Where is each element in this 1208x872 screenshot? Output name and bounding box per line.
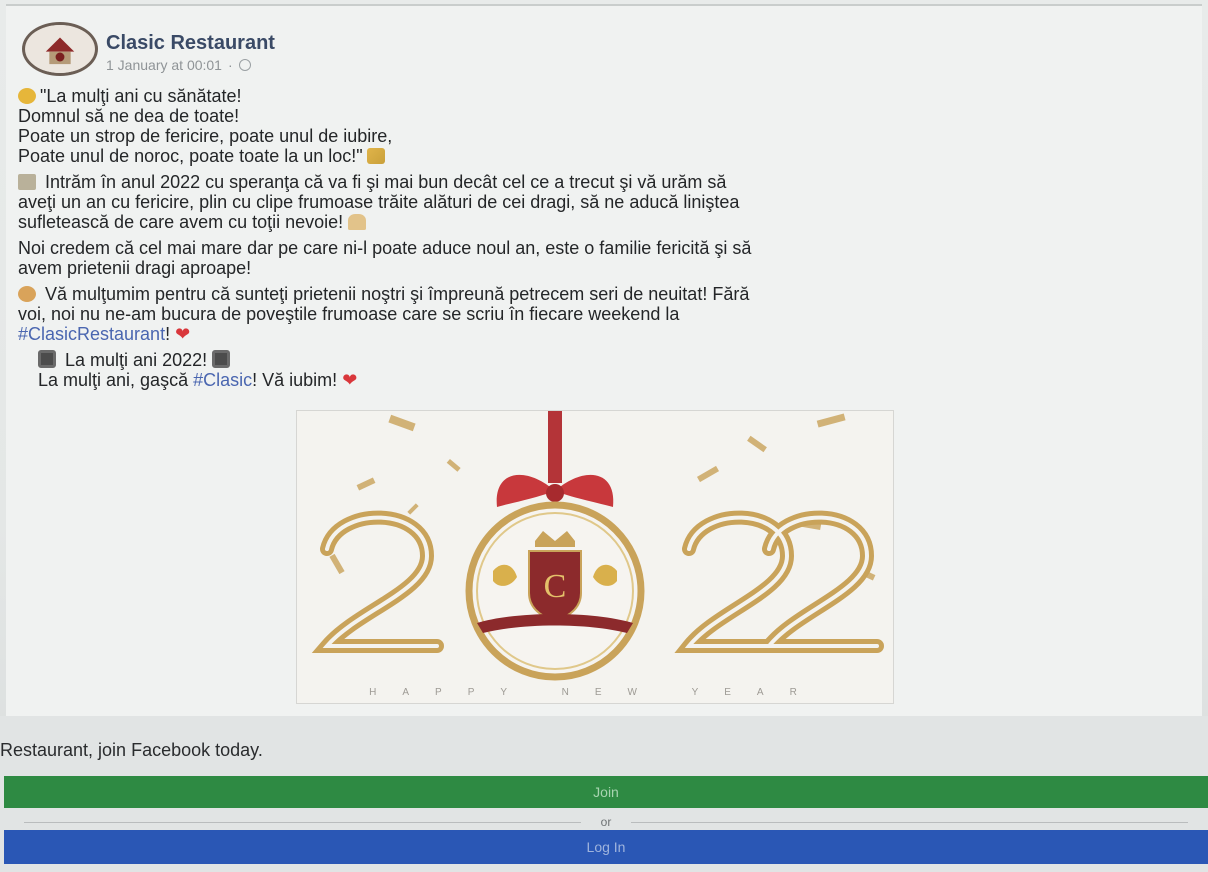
face-emoji-icon (18, 88, 36, 104)
post-body: "La mulţi ani cu sănătate! Domnul să ne … (18, 86, 1168, 396)
p5-line-1: La mulţi ani 2022! (65, 350, 208, 370)
logo-letter: C (544, 568, 567, 605)
page-avatar[interactable] (22, 22, 98, 76)
login-button[interactable]: Log In (4, 830, 1208, 864)
or-label: or (600, 815, 612, 829)
p2-line-2: aveţi un an cu fericire, plin cu clipe f… (18, 192, 740, 212)
p4-line-2: voi, noi nu ne-am bucura de poveştile fr… (18, 304, 680, 324)
paragraph-1: "La mulţi ani cu sănătate! Domnul să ne … (18, 86, 1168, 166)
join-prompt: Restaurant, join Facebook today. (0, 740, 263, 760)
p3-line-2: avem prietenii dragi aproape! (18, 258, 252, 278)
heart-icon: ❤ (175, 324, 191, 344)
calendar-emoji-icon (18, 174, 36, 190)
meta-separator: · (227, 57, 233, 73)
globe-icon (238, 59, 251, 71)
paragraph-2: Intrăm în anul 2022 cu speranţa că va fi… (18, 172, 1168, 232)
post-timestamp[interactable]: 1 January at 00:01 (106, 57, 222, 73)
sparkle-emoji-icon (38, 350, 56, 368)
paragraph-4: Vă mulţumim pentru că sunteţi prietenii … (18, 284, 1168, 344)
paragraph-3: Noi credem că cel mai mare dar pe care n… (18, 238, 1168, 278)
paragraph-5: La mulţi ani 2022! La mulţi ani, gaşcă #… (18, 350, 1168, 390)
p1-line-3: Poate un strop de fericire, poate unul d… (18, 126, 393, 146)
p2-line-3: sufletească de care avem cu toţii nevoie… (18, 212, 344, 232)
pray-emoji-icon (348, 214, 367, 230)
clap-emoji-icon (18, 286, 36, 302)
restaurant-logo-icon (26, 25, 94, 73)
p1-line-1: "La mulţi ani cu sănătate! (40, 86, 242, 106)
p4-line-3-end: ! (165, 324, 171, 344)
p1-line-4: Poate unul de noroc, poate toate la un l… (18, 146, 363, 166)
heart-icon: ❤ (342, 370, 358, 390)
post-meta: 1 January at 00:01 · (106, 57, 251, 73)
p5-line-2-start: La mulţi ani, gaşcă (38, 370, 194, 390)
hashtag-clasicrestaurant[interactable]: #ClasicRestaurant (18, 324, 165, 344)
join-button[interactable]: Join (4, 776, 1208, 808)
party-emoji-icon (366, 148, 385, 164)
or-divider: or (4, 814, 1208, 830)
author-name[interactable]: Clasic Restaurant (106, 32, 275, 55)
p4-line-1: Vă mulţumim pentru că sunteţi prietenii … (45, 284, 750, 304)
p1-line-2: Domnul să ne dea de toate! (18, 106, 240, 126)
new-year-2022-graphic: C HAPPY NEW YEAR (297, 411, 893, 703)
image-subtitle: HAPPY NEW YEAR (369, 687, 823, 698)
screen: Clasic Restaurant 1 January at 00:01 · "… (0, 0, 1208, 872)
join-section: Restaurant, join Facebook today. Join or… (0, 716, 1208, 872)
post-image[interactable]: C HAPPY NEW YEAR (296, 410, 894, 704)
sparkle-emoji-icon (212, 350, 231, 368)
p2-line-1: Intrăm în anul 2022 cu speranţa că va fi… (45, 172, 727, 192)
p3-line-1: Noi credem că cel mai mare dar pe care n… (18, 238, 752, 258)
p5-line-2-end: ! Vă iubim! (252, 370, 338, 390)
hashtag-clasic[interactable]: #Clasic (193, 370, 252, 390)
post-card: Clasic Restaurant 1 January at 00:01 · "… (6, 4, 1202, 716)
